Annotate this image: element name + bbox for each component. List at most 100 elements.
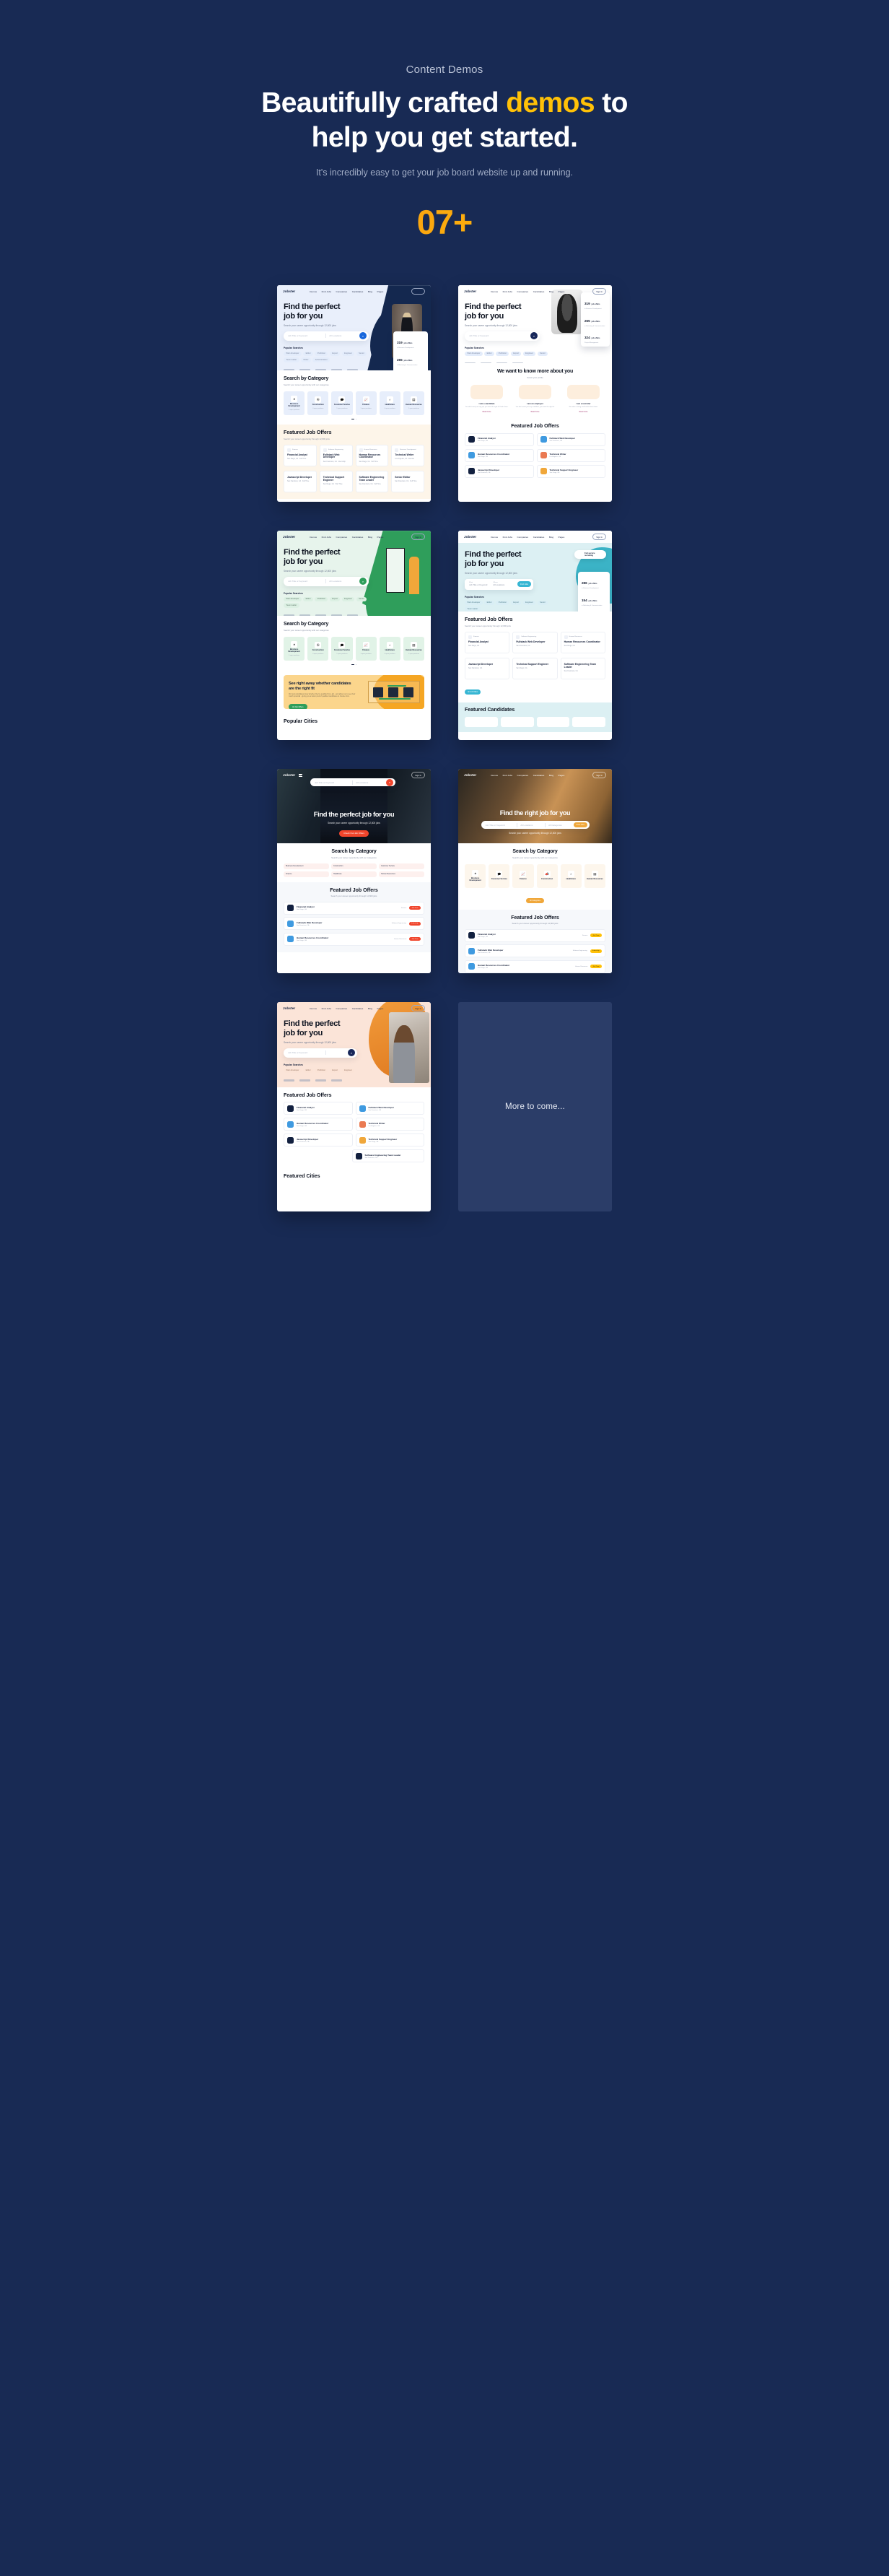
job-card[interactable]: Finance Financial Analyst San Diego, CA xyxy=(465,631,510,653)
location-select[interactable]: All Locations xyxy=(329,334,341,337)
read-more-link[interactable]: Read more xyxy=(561,411,605,413)
tag-item[interactable]: Engineer xyxy=(522,600,536,605)
tag-item[interactable]: Web developer xyxy=(284,351,302,356)
search-input[interactable]: Job Title or Keyword xyxy=(486,824,505,827)
job-card[interactable]: Human Resources Human Resources Coordinat… xyxy=(560,631,605,653)
tag-item[interactable]: Editor xyxy=(303,351,314,356)
nav-item-companies[interactable]: Companies xyxy=(517,774,529,777)
tag-item[interactable]: Publisher xyxy=(496,351,509,356)
nav-item-find-jobs[interactable]: Find Jobs xyxy=(503,774,512,777)
nav-item-candidates[interactable]: Candidates xyxy=(533,290,545,293)
candidate-card[interactable] xyxy=(500,716,534,727)
location-select[interactable]: All Locations xyxy=(493,583,504,586)
category-card[interactable]: ◕ Business Development 1 open positions xyxy=(284,391,305,415)
nav-item-candidates[interactable]: Candidates xyxy=(352,1007,364,1010)
profile-card[interactable]: I am a candidate You don't want just any… xyxy=(465,384,509,413)
hero-search-bar[interactable]: Job Title or Keyword All Locations ⌕ xyxy=(284,576,369,586)
job-card[interactable]: Software Engineering Fullstack Web Develo… xyxy=(512,631,558,653)
location-select[interactable]: All Locations xyxy=(520,824,533,827)
nav-item-find-jobs[interactable]: Find Jobs xyxy=(322,1007,331,1010)
nav-item-find-jobs[interactable]: Find Jobs xyxy=(503,290,512,293)
tag-item[interactable]: Editor xyxy=(484,600,495,605)
nav-item-find-jobs[interactable]: Find Jobs xyxy=(503,536,512,539)
category-card[interactable]: 📣 Construction xyxy=(536,863,558,888)
search-icon[interactable]: ⌕ xyxy=(530,332,538,340)
carousel-dots[interactable] xyxy=(284,663,424,666)
menu-icon[interactable] xyxy=(299,773,303,777)
tag-item[interactable]: Team leader xyxy=(284,603,299,608)
tag-item[interactable]: Editor xyxy=(303,1068,314,1073)
apply-badge[interactable]: Full Time xyxy=(409,937,421,941)
profile-card[interactable]: I am an employer You don't want just any… xyxy=(513,384,557,413)
apply-badge[interactable]: Full Time xyxy=(590,934,602,938)
tag-item[interactable]: Expert xyxy=(510,600,522,605)
nav-item-pages[interactable]: Pages xyxy=(377,1007,384,1010)
category-card[interactable]: ♁ Healthcare 0 open positions xyxy=(379,636,400,661)
tag-item[interactable]: Expert xyxy=(329,1068,341,1073)
job-card[interactable]: Senior Editor San Francisco, CA Full Time xyxy=(391,470,424,492)
category-card[interactable]: 📈 Finance 1 open positions xyxy=(355,391,377,415)
site-logo[interactable]: Jobster xyxy=(464,535,476,539)
demo-card-6[interactable]: Jobster Demos Find Jobs Companies Candid… xyxy=(458,769,612,974)
search-submit-button[interactable]: Find Jobs xyxy=(574,822,587,828)
nav-item-blog[interactable]: Blog xyxy=(549,290,553,293)
search-icon[interactable]: ⌕ xyxy=(359,332,367,340)
category-card[interactable]: Human Resources xyxy=(379,871,424,877)
tag-item[interactable]: Senior xyxy=(537,600,548,605)
job-list-item[interactable]: Financial Analyst San Diego, CA Finance Ful… xyxy=(465,928,605,942)
hero-search-bar[interactable]: Job Title or Keyword All Locations All C… xyxy=(481,821,590,830)
tag-item[interactable]: Publisher xyxy=(315,596,328,601)
nav-item-blog[interactable]: Blog xyxy=(549,774,553,777)
tag-item[interactable]: Engineer xyxy=(341,1068,355,1073)
category-card[interactable]: ▤ Human Resources xyxy=(584,863,606,888)
profile-card[interactable]: I am a recruiter See who is hiring and f… xyxy=(561,384,605,413)
search-icon[interactable]: ⌕ xyxy=(386,778,393,786)
hero-search-bar[interactable]: Job Title or Keyword All Locations ⌕ xyxy=(284,331,369,341)
tag-item[interactable]: Editor xyxy=(303,596,314,601)
job-list-item[interactable]: Fullstack Web Developer San Francisco, CA xyxy=(536,432,605,446)
job-list-item[interactable]: Fullstack Web Developer San Francisco, CA… xyxy=(284,917,424,931)
tag-item[interactable]: Web developer xyxy=(284,596,302,601)
nav-item-candidates[interactable]: Candidates xyxy=(533,536,545,539)
signin-button[interactable]: Sign In xyxy=(411,1005,425,1012)
site-logo[interactable]: Jobster xyxy=(283,773,295,777)
tag-item[interactable]: Engineer xyxy=(341,351,355,356)
tag-item[interactable]: Expert xyxy=(510,351,522,356)
job-card[interactable]: Software Engineering Team Leader San Fran… xyxy=(560,657,605,679)
signin-button[interactable]: Sign In xyxy=(592,288,606,295)
job-list-item[interactable]: Human Resources Coordinator San Diego, CA xyxy=(284,1118,353,1131)
category-card[interactable]: Construction xyxy=(331,863,377,869)
site-logo[interactable]: Jobster xyxy=(283,290,295,293)
job-card[interactable]: Software Engineering Fullstack Web Develo… xyxy=(319,444,353,466)
read-more-link[interactable]: Read more xyxy=(513,411,557,413)
signin-button[interactable]: Sign In xyxy=(411,534,425,541)
job-list-item[interactable]: Technical Writer Los Angeles, CA xyxy=(355,1118,424,1131)
tag-item[interactable]: Web developer xyxy=(465,600,483,605)
category-card[interactable]: 📈 Finance 1 open positions xyxy=(355,636,377,661)
tag-item[interactable]: Editor xyxy=(484,351,495,356)
all-categories-button[interactable]: All Categories xyxy=(526,897,544,903)
demo-card-3[interactable]: Jobster Demos Find Jobs Companies Candid… xyxy=(277,531,431,741)
category-card[interactable]: ▤ Human Resources 1 open positions xyxy=(403,391,425,415)
nav-item-demos[interactable]: Demos xyxy=(310,1007,317,1010)
apply-badge[interactable]: Internship xyxy=(590,949,602,953)
signin-button[interactable]: Sign In xyxy=(411,772,425,779)
search-icon[interactable]: ⌕ xyxy=(347,1049,355,1057)
category-card[interactable]: Customer Service xyxy=(379,863,424,869)
tag-item[interactable]: Expert xyxy=(329,351,341,356)
tag-item[interactable]: Engineer xyxy=(522,351,536,356)
category-card[interactable]: ◕ Business Development xyxy=(465,863,486,888)
tag-item[interactable]: Publisher xyxy=(496,600,509,605)
search-icon[interactable]: ⌕ xyxy=(359,578,367,586)
category-card[interactable]: ✇ Construction 0 open positions xyxy=(307,636,329,661)
nav-item-blog[interactable]: Blog xyxy=(368,536,372,539)
job-list-item[interactable]: Javascript Developer San Francisco, CA xyxy=(284,1133,353,1147)
find-jobs-button[interactable]: Find Jobs xyxy=(517,581,531,588)
location-select[interactable]: All Locations xyxy=(329,580,341,583)
tag-item[interactable]: Web developer xyxy=(284,1068,302,1073)
job-list-item[interactable]: Fullstack Web Developer San Francisco, CA… xyxy=(465,944,605,958)
carousel-dot-active[interactable] xyxy=(351,663,354,666)
nav-item-pages[interactable]: Pages xyxy=(377,536,384,539)
job-card[interactable]: Javascript Developer San Francisco, CA xyxy=(465,657,510,679)
tag-item[interactable]: Senior xyxy=(537,351,548,356)
